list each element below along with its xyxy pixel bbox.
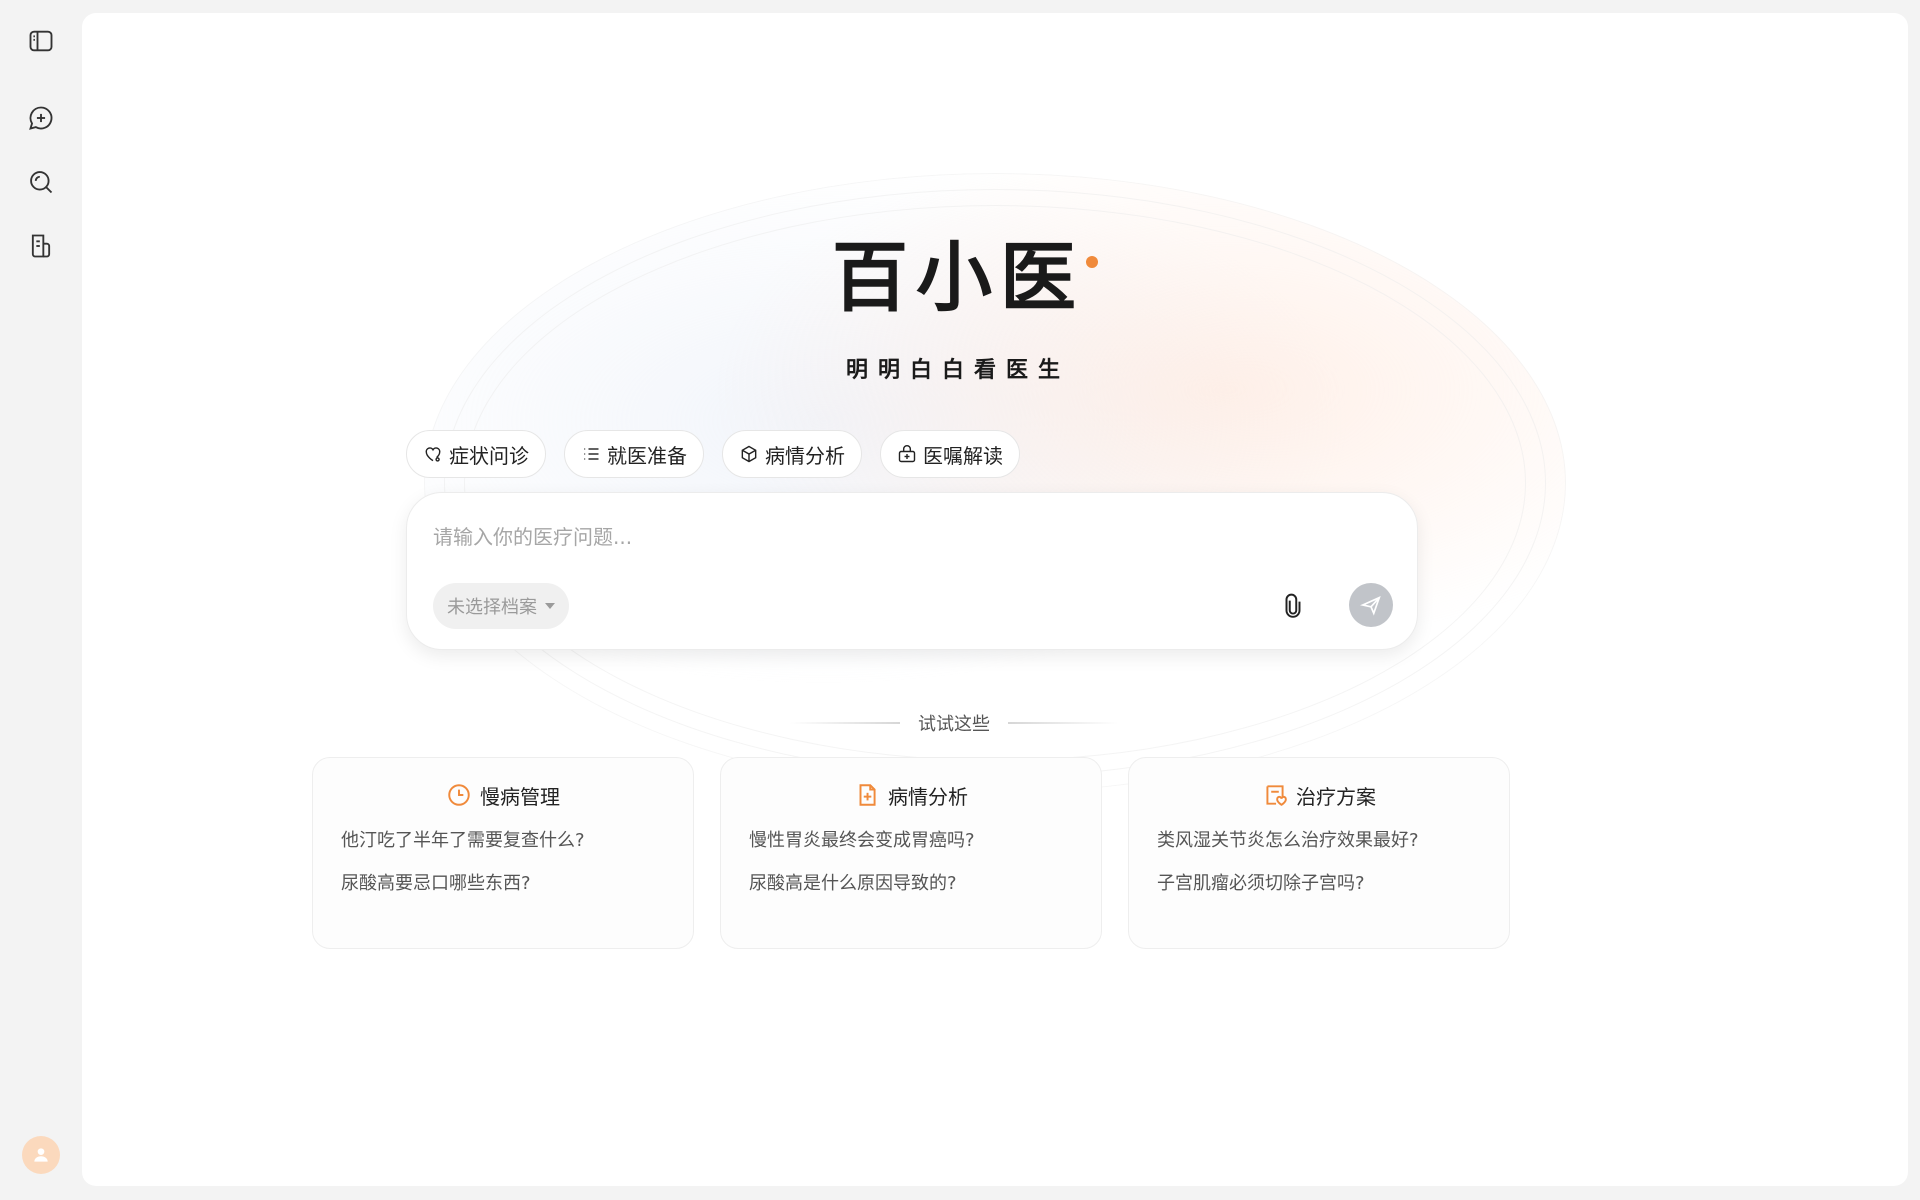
profile-select[interactable]: 未选择档案 [433,583,569,629]
send-button[interactable] [1349,583,1393,627]
toggle-sidebar-button[interactable] [22,22,60,60]
chip-prescription-reading[interactable]: 医嘱解读 [880,430,1020,478]
send-icon [1360,596,1381,616]
file-plus-icon [859,784,876,806]
suggested-question[interactable]: 他汀吃了半年了需要复查什么? [341,828,665,854]
chip-label: 医嘱解读 [923,443,1003,468]
suggestion-card-chronic: 慢病管理 他汀吃了半年了需要复查什么? 尿酸高要忌口哪些东西? [312,757,694,949]
suggestion-card-treatment: 治疗方案 类风湿关节炎怎么治疗效果最好? 子宫肌瘤必须切除子宫吗? [1128,757,1510,949]
card-header: 慢病管理 [341,778,665,812]
brand-logo-dot [1086,256,1098,268]
suggestion-card-analysis: 病情分析 慢性胃炎最终会变成胃癌吗? 尿酸高是什么原因导致的? [720,757,1102,949]
suggested-question[interactable]: 类风湿关节炎怎么治疗效果最好? [1157,828,1481,854]
card-title: 病情分析 [888,784,968,809]
profile-select-value: 未选择档案 [447,597,537,618]
chip-label: 就医准备 [607,443,687,468]
card-title: 慢病管理 [480,784,560,809]
chip-label: 病情分析 [765,443,845,468]
chip-condition-analysis[interactable]: 病情分析 [722,430,862,478]
user-avatar[interactable] [22,1136,60,1174]
sidebar-panel-icon [29,30,53,52]
caret-down-icon [545,603,555,609]
suggested-question[interactable]: 尿酸高是什么原因导致的? [749,871,1073,897]
document-icon [31,234,51,258]
brand-slogan: 明明白白看医生 [845,358,1070,383]
clock-icon [448,784,470,806]
chip-visit-prep[interactable]: 就医准备 [564,430,704,478]
feature-chips: 症状问诊 就医准备 病情分析 医嘱解读 [406,430,1020,478]
new-chat-button[interactable] [22,99,60,137]
card-header: 病情分析 [749,778,1073,812]
chat-plus-icon [29,106,53,130]
divider-line [1008,722,1118,724]
attach-button[interactable] [1277,589,1309,623]
suggested-question[interactable]: 慢性胃炎最终会变成胃癌吗? [749,828,1073,854]
suggestion-cards: 慢病管理 他汀吃了半年了需要复查什么? 尿酸高要忌口哪些东西? 病情分析 慢性胃… [312,757,1510,949]
suggested-question[interactable]: 子宫肌瘤必须切除子宫吗? [1157,871,1481,897]
clipboard-heart-icon [1266,785,1287,806]
chip-symptom-consult[interactable]: 症状问诊 [406,430,546,478]
brand-logo: 百小医 [832,233,1084,322]
list-icon [584,448,599,460]
suggested-question[interactable]: 尿酸高要忌口哪些东西? [341,871,665,897]
try-these-divider: 试试这些 [740,710,1168,736]
sidebar [0,0,82,1200]
paperclip-icon [1285,593,1301,618]
question-input[interactable] [433,521,1333,553]
try-these-label: 试试这些 [918,714,990,735]
chip-label: 症状问诊 [449,443,529,468]
divider-line [790,722,900,724]
records-button[interactable] [22,227,60,265]
search-icon [30,171,53,194]
card-title: 治疗方案 [1296,784,1376,809]
question-input-box: 未选择档案 [406,492,1418,650]
user-icon [34,1148,48,1162]
doctor-bag-icon [898,445,916,463]
heart-stethoscope-icon [425,447,441,462]
search-button[interactable] [22,163,60,201]
cube-icon [741,445,757,463]
card-header: 治疗方案 [1157,778,1481,812]
